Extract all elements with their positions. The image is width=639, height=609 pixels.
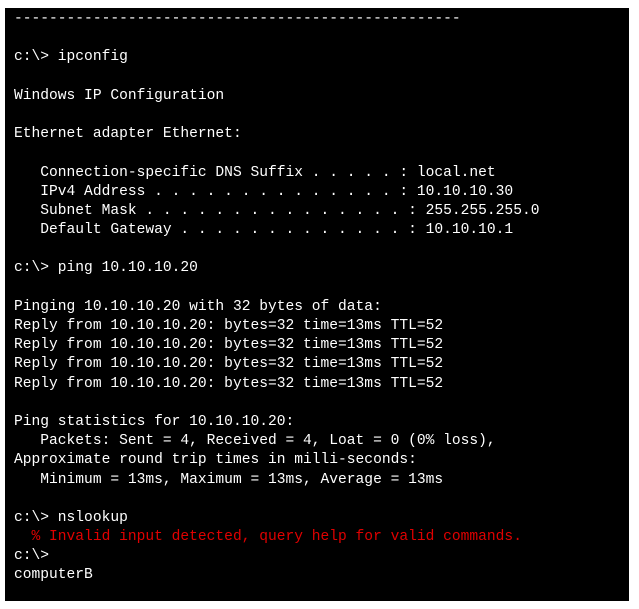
output-line: Pinging 10.10.10.20 with 32 bytes of dat… [14, 298, 382, 315]
command-line: c:\> ping 10.10.10.20 [14, 260, 198, 277]
command-line: c:\> ipconfig [14, 49, 128, 66]
output-line: IPv4 Address . . . . . . . . . . . . . .… [14, 183, 514, 200]
output-line: Reply from 10.10.10.20: bytes=32 time=13… [14, 375, 444, 392]
prompt-line: c:\> [14, 548, 50, 565]
separator-line: ----------------------------------------… [14, 11, 461, 27]
output-line: Reply from 10.10.10.20: bytes=32 time=13… [14, 337, 444, 354]
terminal-window[interactable]: ----------------------------------------… [5, 8, 629, 601]
output-line: Minimum = 13ms, Maximum = 13ms, Average … [14, 471, 444, 488]
input-line[interactable]: computerB [14, 566, 629, 585]
output-line: Connection-specific DNS Suffix . . . . .… [14, 164, 496, 181]
output-line: Ethernet adapter Ethernet: [14, 126, 242, 143]
output-line: Reply from 10.10.10.20: bytes=32 time=13… [14, 356, 444, 373]
output-line: Ping statistics for 10.10.10.20: [14, 413, 295, 430]
output-line: Subnet Mask . . . . . . . . . . . . . . … [14, 202, 540, 219]
output-line: Reply from 10.10.10.20: bytes=32 time=13… [14, 318, 444, 334]
error-message: % Invalid input detected, query help for… [14, 529, 522, 546]
command-line: c:\> nslookup [14, 509, 128, 526]
output-line: Approximate round trip times in milli-se… [14, 452, 417, 469]
output-line: Packets: Sent = 4, Received = 4, Loat = … [14, 433, 496, 450]
output-line: Windows IP Configuration [14, 87, 225, 104]
output-line: Default Gateway . . . . . . . . . . . . … [14, 222, 514, 239]
